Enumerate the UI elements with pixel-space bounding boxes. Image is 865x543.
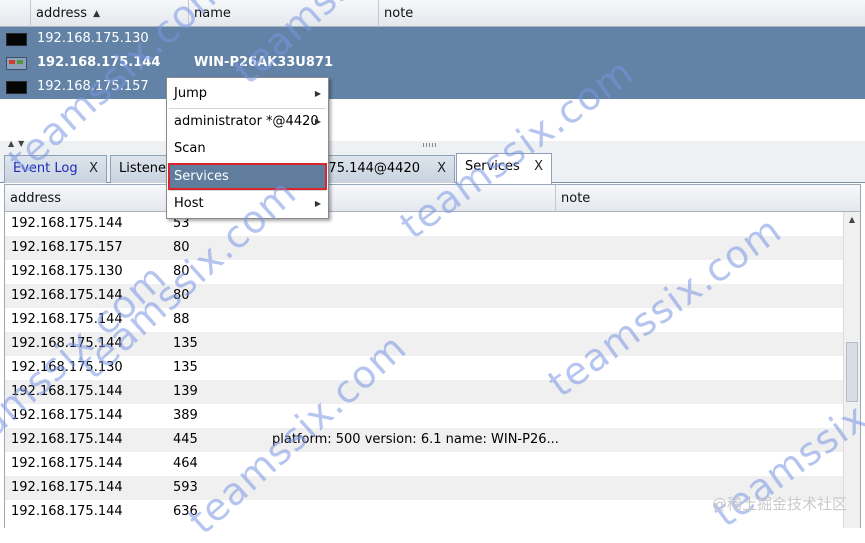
icon-column-header[interactable] xyxy=(0,0,31,27)
service-address: 192.168.175.157 xyxy=(11,240,123,255)
service-port: 80 xyxy=(173,264,190,279)
table-row[interactable]: 192.168.175.144 88 xyxy=(5,308,843,332)
table-row[interactable]: 192.168.175.144 139 xyxy=(5,380,843,404)
service-port: 139 xyxy=(173,384,198,399)
tab-services[interactable]: Services X xyxy=(456,153,552,184)
targets-table: address ▲ name note 192.168.175.130 192.1… xyxy=(0,0,865,141)
table-row[interactable]: 192.168.175.144 389 xyxy=(5,404,843,428)
target-row[interactable]: 192.168.175.144 WIN-P26AK33U871 xyxy=(0,51,865,75)
windows-host-icon xyxy=(6,57,27,70)
menu-item-host[interactable]: Host ▶ xyxy=(168,190,327,217)
column-header-address[interactable]: address ▲ xyxy=(31,0,189,27)
tab-close-button[interactable]: X xyxy=(89,156,98,182)
table-row[interactable]: 192.168.175.144 636 xyxy=(5,500,843,524)
service-port: 135 xyxy=(173,336,198,351)
service-port: 88 xyxy=(173,312,190,327)
services-table-header: address port banner note xyxy=(5,185,860,212)
menu-item-scan[interactable]: Scan xyxy=(168,135,327,162)
host-context-menu: Jump ▶ administrator *@4420 ▶ Scan Service… xyxy=(166,77,329,219)
table-row[interactable]: 192.168.175.144 445 platform: 500 version:… xyxy=(5,428,843,452)
table-row[interactable]: 192.168.175.144 135 xyxy=(5,332,843,356)
submenu-arrow-icon: ▶ xyxy=(314,89,321,98)
pane-splitter[interactable]: ▲▼ xyxy=(0,139,865,150)
menu-item-credential[interactable]: administrator *@4420 ▶ xyxy=(168,108,327,135)
tab-close-button[interactable]: X xyxy=(534,154,543,180)
target-name: WIN-P26AK33U871 xyxy=(194,55,333,70)
services-table: address port banner note 192.168.175.144… xyxy=(4,184,861,528)
service-port: 636 xyxy=(173,504,198,519)
service-address: 192.168.175.130 xyxy=(11,360,123,375)
table-row[interactable]: 192.168.175.130 80 xyxy=(5,260,843,284)
service-address: 192.168.175.144 xyxy=(11,480,123,495)
scrollbar-thumb[interactable] xyxy=(846,342,858,402)
service-address: 192.168.175.144 xyxy=(11,504,123,519)
service-address: 192.168.175.144 xyxy=(11,312,123,327)
menu-item-jump[interactable]: Jump ▶ xyxy=(168,80,327,107)
service-port: 464 xyxy=(173,456,198,471)
service-address: 192.168.175.144 xyxy=(11,336,123,351)
tab-event-log[interactable]: Event Log X xyxy=(4,155,107,183)
menu-item-services[interactable]: Services xyxy=(168,163,327,190)
table-row[interactable]: 192.168.175.130 135 xyxy=(5,356,843,380)
table-row[interactable]: 192.168.175.144 80 xyxy=(5,284,843,308)
column-header-address[interactable]: address xyxy=(5,185,167,212)
service-port: 80 xyxy=(173,240,190,255)
collapse-arrows-icon[interactable]: ▲▼ xyxy=(8,139,28,148)
targets-table-header: address ▲ name note xyxy=(0,0,865,27)
service-address: 192.168.175.144 xyxy=(11,408,123,423)
black-console-icon xyxy=(6,33,27,46)
column-header-note[interactable]: note xyxy=(379,0,865,27)
service-address: 192.168.175.130 xyxy=(11,264,123,279)
service-address: 192.168.175.144 xyxy=(11,384,123,399)
target-row[interactable]: 192.168.175.130 xyxy=(0,27,865,51)
tab-listeners[interactable]: Listeners xyxy=(110,155,170,183)
vertical-scrollbar[interactable]: ▲ xyxy=(843,212,860,528)
table-row[interactable]: 192.168.175.157 80 xyxy=(5,236,843,260)
submenu-arrow-icon: ▶ xyxy=(314,199,321,208)
service-port: 389 xyxy=(173,408,198,423)
tab-close-button[interactable]: X xyxy=(437,156,446,182)
tab-bar: Event Log X Listeners 192.168.175.144@44… xyxy=(0,150,865,184)
target-row[interactable]: 192.168.175.157 xyxy=(0,75,865,99)
table-row[interactable]: 192.168.175.144 53 xyxy=(5,212,843,236)
service-port: 445 xyxy=(173,432,198,447)
service-address: 192.168.175.144 xyxy=(11,216,123,231)
column-header-name[interactable]: name xyxy=(189,0,379,27)
target-address: 192.168.175.157 xyxy=(37,79,149,94)
target-address: 192.168.175.144 xyxy=(37,55,161,70)
targets-empty-area[interactable] xyxy=(0,99,865,141)
service-address: 192.168.175.144 xyxy=(11,456,123,471)
service-port: 593 xyxy=(173,480,198,495)
column-header-note[interactable]: note xyxy=(556,185,860,212)
service-address: 192.168.175.144 xyxy=(11,432,123,447)
service-port: 135 xyxy=(173,360,198,375)
target-address: 192.168.175.130 xyxy=(37,31,149,46)
service-address: 192.168.175.144 xyxy=(11,288,123,303)
service-banner: platform: 500 version: 6.1 name: WIN-P26… xyxy=(272,432,559,447)
submenu-arrow-icon: ▶ xyxy=(314,117,321,126)
sort-ascending-icon: ▲ xyxy=(93,9,100,19)
black-console-icon xyxy=(6,81,27,94)
table-row[interactable]: 192.168.175.144 464 xyxy=(5,452,843,476)
table-row[interactable]: 192.168.175.144 593 xyxy=(5,476,843,500)
service-port: 80 xyxy=(173,288,190,303)
splitter-grip[interactable] xyxy=(423,143,437,147)
scroll-up-icon[interactable]: ▲ xyxy=(844,212,860,228)
